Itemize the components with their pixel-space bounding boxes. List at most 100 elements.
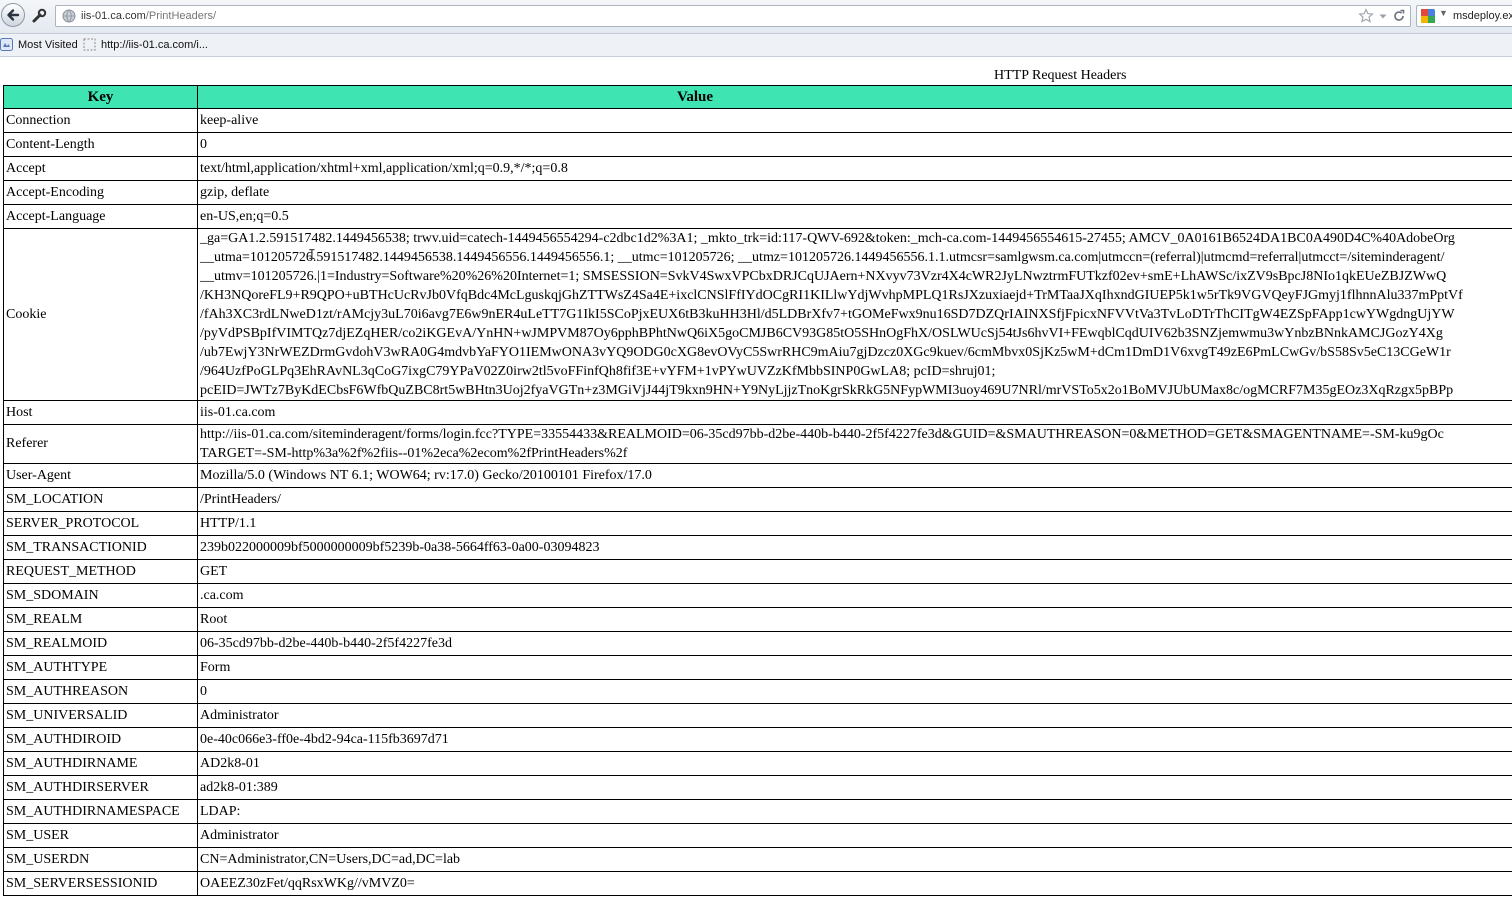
table-row: SM_AUTHREASON 0: [3, 679, 1512, 704]
header-key-cell: SM_AUTHREASON: [3, 679, 198, 704]
text-cursor-icon: I: [308, 248, 316, 263]
table-row: Accept text/html,application/xhtml+xml,ap…: [3, 156, 1512, 181]
header-value-cell: Administrator: [197, 703, 1512, 728]
header-value-cell: keep-alive: [197, 108, 1512, 133]
header-key-cell: SM_LOCATION: [3, 487, 198, 512]
back-button[interactable]: [1, 3, 25, 27]
header-value-line: TARGET=-SM-http%3a%2f%2fiis--01%2eca%2ec…: [200, 446, 628, 461]
navigation-toolbar: iis-01.ca.com/PrintHeaders/ ▼ msdeploy.e…: [0, 0, 1512, 34]
globe-icon: [62, 9, 76, 23]
header-key-cell: Accept: [3, 156, 198, 181]
header-key-cell: SM_SDOMAIN: [3, 583, 198, 608]
header-value-cell: LDAP:: [197, 799, 1512, 824]
header-value-cell: 06-35cd97bb-d2be-440b-b440-2f5f4227fe3d: [197, 631, 1512, 656]
header-key-cell: SM_AUTHDIRNAME: [3, 751, 198, 776]
table-row: SM_USERDN CN=Administrator,CN=Users,DC=ad…: [3, 847, 1512, 872]
header-key-cell: SM_REALM: [3, 607, 198, 632]
header-value-line: /964UzfPoGLPq3EhRAvNL3qCoG7ixgC79YPaV02Z…: [200, 364, 996, 379]
column-header-value-label: Value: [676, 88, 714, 105]
column-header-value: Value: [197, 85, 1512, 109]
header-key-cell: SM_REALMOID: [3, 631, 198, 656]
reload-icon[interactable]: [1392, 8, 1406, 24]
address-bar[interactable]: iis-01.ca.com/PrintHeaders/: [55, 5, 1411, 27]
header-value-cell: ad2k8-01:389: [197, 775, 1512, 800]
header-key-cell: Host: [3, 400, 198, 425]
header-value-cell: GET: [197, 559, 1512, 584]
header-key-cell: SM_SERVERSESSIONID: [3, 871, 198, 896]
bookmark-most-visited[interactable]: Most Visited: [0, 38, 78, 51]
header-value-cell: CN=Administrator,CN=Users,DC=ad,DC=lab: [197, 847, 1512, 872]
header-value-cell: 0e-40c066e3-ff0e-4bd2-94ca-115fb3697d71: [197, 727, 1512, 752]
header-key-cell: Connection: [3, 108, 198, 133]
header-key-cell: Accept-Encoding: [3, 180, 198, 205]
header-value-cell: .ca.com: [197, 583, 1512, 608]
search-engine-dropdown-icon[interactable]: ▼: [1439, 8, 1448, 18]
header-value-cell: Mozilla/5.0 (Windows NT 6.1; WOW64; rv:1…: [197, 463, 1512, 488]
table-body: Connection keep-alive Content-Length 0 Accep…: [3, 108, 1512, 896]
header-key-cell: SM_USER: [3, 823, 198, 848]
header-value-cell: Root: [197, 607, 1512, 632]
header-key-cell: User-Agent: [3, 463, 198, 488]
table-row: Accept-Encoding gzip, deflate: [3, 180, 1512, 205]
header-value-cell: HTTP/1.1: [197, 511, 1512, 536]
table-row: SM_REALMOID 06-35cd97bb-d2be-440b-b440-2f…: [3, 631, 1512, 656]
search-input[interactable]: msdeploy.exe: [1453, 9, 1512, 23]
header-value-cell: AD2k8-01: [197, 751, 1512, 776]
header-key-cell: SM_USERDN: [3, 847, 198, 872]
header-value-line: _ga=GA1.2.591517482.1449456538; trwv.uid…: [200, 231, 1455, 246]
headers-table: Key Value Connection keep-alive Content-Le…: [3, 85, 1512, 896]
header-key-cell: SERVER_PROTOCOL: [3, 511, 198, 536]
dropdown-arrow-icon[interactable]: [1378, 8, 1388, 24]
bookmark-star-icon[interactable]: [1358, 8, 1374, 24]
header-value-cell: en-US,en;q=0.5: [197, 204, 1512, 229]
table-header-row: Key Value: [3, 85, 1512, 109]
header-key-cell: SM_AUTHDIRNAMESPACE: [3, 799, 198, 824]
header-value-cell: 239b022000009bf5000000009bf5239b-0a38-56…: [197, 535, 1512, 560]
header-value-cell: text/html,application/xhtml+xml,applicat…: [197, 156, 1512, 181]
google-icon: [1421, 9, 1435, 23]
header-value-cell: Administrator: [197, 823, 1512, 848]
header-value-line: /ub7EwjY3NrWEZDrmGvdohV3wRA0G4mdvbYaFYO1…: [200, 345, 1451, 360]
bookmark-label: http://iis-01.ca.com/i...: [101, 38, 208, 51]
table-row: SM_REALM Root: [3, 607, 1512, 632]
header-value-cell: /PrintHeaders/: [197, 487, 1512, 512]
table-row: SM_USER Administrator: [3, 823, 1512, 848]
bookmark-label: Most Visited: [18, 38, 78, 51]
url-path: /PrintHeaders/: [145, 10, 217, 22]
table-row: SM_AUTHDIRNAME AD2k8-01: [3, 751, 1512, 776]
header-value-line: __utma=101205726.591517482.1449456538.14…: [200, 250, 1445, 265]
bookmarks-icon: [0, 38, 13, 51]
table-row: Connection keep-alive: [3, 108, 1512, 133]
bookmarks-toolbar: Most Visited http://iis-01.ca.com/i...: [0, 34, 1512, 57]
table-row: SM_AUTHDIROID 0e-40c066e3-ff0e-4bd2-94ca-…: [3, 727, 1512, 752]
search-bar[interactable]: ▼ msdeploy.exe: [1416, 5, 1512, 27]
table-row: Accept-Language en-US,en;q=0.5: [3, 204, 1512, 229]
table-row: User-Agent Mozilla/5.0 (Windows NT 6.1; W…: [3, 463, 1512, 488]
table-row: SM_LOCATION/PrintHeaders/: [3, 487, 1512, 512]
header-key-cell: SM_AUTHDIRSERVER: [3, 775, 198, 800]
back-arrow-icon: [7, 9, 20, 21]
table-row: Host iis-01.ca.com: [3, 400, 1512, 425]
header-value-line: /fAh3XC3rdLNweD1zt/rAMcjy3uL70i6avg7E6w9…: [200, 307, 1455, 322]
header-value-cell: 0: [197, 132, 1512, 157]
table-row: SM_AUTHDIRNAMESPACE LDAP:: [3, 799, 1512, 824]
table-row: Cookie _ga=GA1.2.591517482.1449456538; tr…: [3, 228, 1512, 401]
table-row: SM_AUTHDIRSERVER ad2k8-01:389: [3, 775, 1512, 800]
table-row: Referer http://iis-01.ca.com/siteminderag…: [3, 424, 1512, 464]
table-row: SM_TRANSACTIONID 239b022000009bf500000000…: [3, 535, 1512, 560]
url-text[interactable]: iis-01.ca.com/PrintHeaders/: [81, 9, 216, 23]
header-key-cell: REQUEST_METHOD: [3, 559, 198, 584]
header-value-line: pcEID=JWTz7ByKdECbsF6WfbQuZBC8rt5wBHtn3U…: [200, 383, 1454, 398]
header-value-line: /KH3NQoreFL9+R9QPO+uBTHcUcRvJb0VfqBdc4Mc…: [200, 288, 1463, 303]
tools-button[interactable]: [28, 5, 50, 27]
bookmark-page-link[interactable]: http://iis-01.ca.com/i...: [83, 38, 208, 51]
header-value-line: __utmv=101205726.|1=Industry=Software%20…: [200, 269, 1447, 284]
header-value-cell: iis-01.ca.com: [197, 400, 1512, 425]
header-value-cell: OAEEZ30zFet/qqRsxWKg//vMVZ0=: [197, 871, 1512, 896]
header-value-line: /pyVdPSBpIfVIMTQz7djEZqHER/co2iKGEvA/YnH…: [200, 326, 1443, 341]
header-value-cell: _ga=GA1.2.591517482.1449456538; trwv.uid…: [197, 228, 1512, 401]
header-key-cell: Accept-Language: [3, 204, 198, 229]
table-row: REQUEST_METHOD GET: [3, 559, 1512, 584]
page-icon: [83, 38, 96, 51]
url-host: iis-01.ca.com: [81, 10, 146, 22]
